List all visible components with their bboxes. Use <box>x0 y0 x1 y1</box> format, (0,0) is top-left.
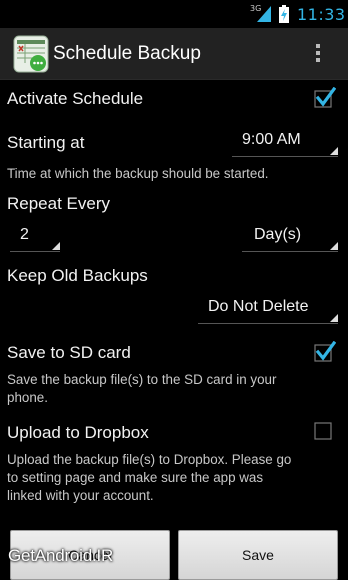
save-to-sd-checkbox[interactable] <box>314 341 336 363</box>
starting-at-description: Time at which the backup should be start… <box>7 166 269 181</box>
dropdown-triangle-icon <box>330 314 338 322</box>
keep-old-backups-spinner[interactable]: Do Not Delete <box>198 294 338 324</box>
upload-dropbox-checkbox[interactable] <box>314 419 336 441</box>
upload-dropbox-description-line-3: linked with your account. <box>7 488 154 503</box>
page-title: Schedule Backup <box>53 43 201 64</box>
save-to-sd-label: Save to SD card <box>7 343 131 362</box>
repeat-count-spinner[interactable]: 2 <box>10 222 60 252</box>
action-bar: Schedule Backup <box>0 28 348 80</box>
dropdown-triangle-icon <box>52 242 60 250</box>
upload-dropbox-description-line-2: to setting page and make sure the app wa… <box>7 470 264 485</box>
keep-old-backups-label: Keep Old Backups <box>7 266 148 285</box>
repeat-unit-value: Day(s) <box>254 226 302 243</box>
upload-dropbox-label: Upload to Dropbox <box>7 423 149 442</box>
backup-spreadsheet-icon[interactable] <box>13 35 49 73</box>
starting-at-label: Starting at <box>7 133 85 152</box>
upload-dropbox-description-line-1: Upload the backup file(s) to Dropbox. Pl… <box>7 452 292 467</box>
overflow-menu-icon[interactable] <box>310 42 326 66</box>
dropdown-triangle-icon <box>330 147 338 155</box>
start-time-spinner[interactable]: 9:00 AM <box>232 127 338 157</box>
repeat-every-label: Repeat Every <box>7 194 110 213</box>
activate-schedule-checkbox[interactable] <box>314 87 336 109</box>
battery-icon <box>279 5 289 23</box>
dropdown-triangle-icon <box>330 242 338 250</box>
start-time-value: 9:00 AM <box>242 131 301 148</box>
repeat-count-value: 2 <box>20 226 29 243</box>
activate-schedule-label: Activate Schedule <box>7 89 144 108</box>
save-to-sd-description-line-2: phone. <box>7 390 48 405</box>
clock: 11:33 <box>297 5 346 24</box>
settings-list: Activate Schedule Starting at 9:00 AM Ti… <box>0 80 348 580</box>
watermark: GetAndroid.IR <box>8 546 114 565</box>
save-to-sd-description-line-1: Save the backup file(s) to the SD card i… <box>7 372 277 387</box>
status-bar: 3G 11:33 <box>0 0 348 28</box>
repeat-unit-spinner[interactable]: Day(s) <box>242 222 338 252</box>
keep-old-backups-value: Do Not Delete <box>208 298 309 315</box>
signal-icon <box>257 6 271 22</box>
save-button[interactable]: Save <box>178 530 338 580</box>
